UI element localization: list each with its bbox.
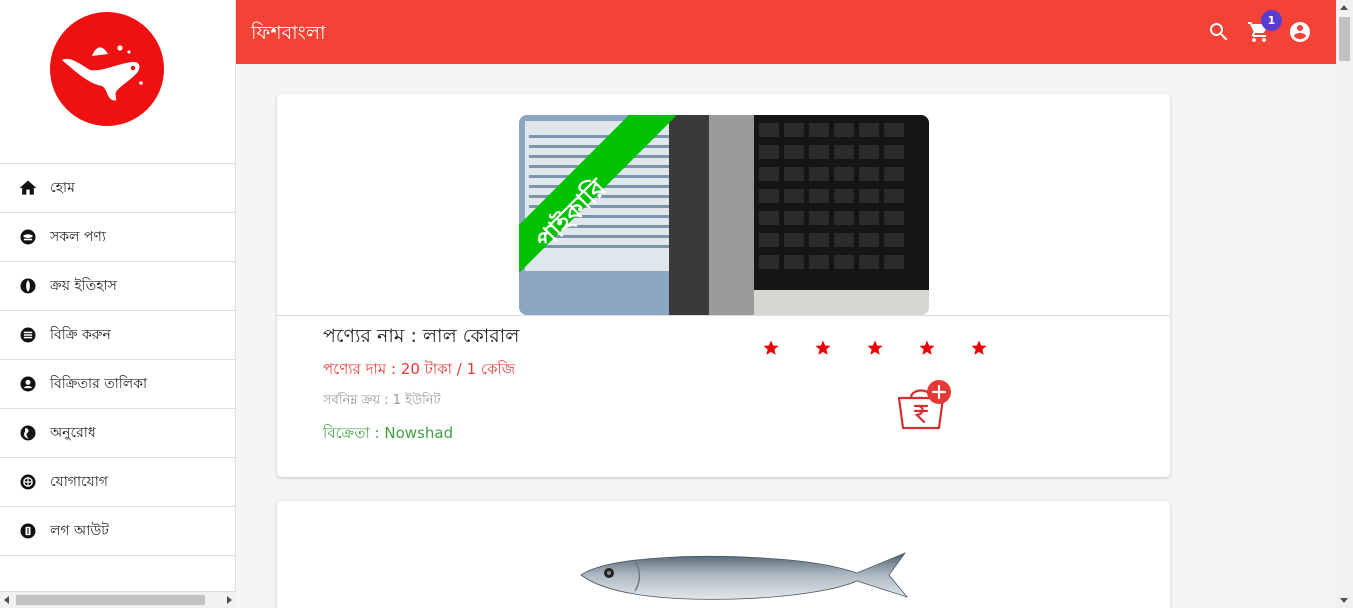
sidebar-item-label: লগ আউট	[50, 523, 109, 539]
logo-area	[0, 0, 235, 164]
sidebar-item-label: সকল পণ্য	[50, 229, 106, 245]
fish-product-image[interactable]	[577, 545, 912, 608]
sidebar-item-contact[interactable]: যোগাযোগ	[0, 458, 235, 507]
scroll-right-arrow-icon[interactable]	[227, 596, 232, 604]
sidebar-item-label: অনুরোধ	[50, 425, 96, 441]
app-title: ফিশবাংলা	[251, 22, 326, 44]
card-divider	[277, 315, 1170, 316]
search-icon[interactable]	[1207, 20, 1231, 44]
star-icon	[814, 339, 866, 357]
sidebar-item-sell[interactable]: বিক্রি করুন	[0, 311, 235, 360]
sidebar-item-all-products[interactable]: সকল পণ্য	[0, 213, 235, 262]
app-bar: ফিশবাংলা 1	[236, 0, 1336, 64]
sidebar-item-label: বিক্রিতার তালিকা	[50, 376, 148, 392]
products-icon	[18, 227, 38, 247]
sidebar: হোম সকল পণ্য ক্রয় ইতিহাস বিক্রি করুন বি	[0, 0, 236, 608]
home-icon	[18, 178, 38, 198]
contact-icon	[18, 472, 38, 492]
cart-count-badge: 1	[1261, 10, 1282, 31]
account-circle-icon[interactable]	[1288, 20, 1312, 44]
app-logo[interactable]	[50, 12, 164, 126]
scroll-down-arrow-icon[interactable]	[1340, 598, 1348, 603]
scrollbar-thumb[interactable]	[16, 595, 205, 605]
product-card[interactable]	[277, 501, 1170, 608]
sidebar-item-request[interactable]: অনুরোধ	[0, 409, 235, 458]
product-price: পণ্যের দাম : 20 টাকা / 1 কেজি	[323, 360, 516, 378]
scroll-up-arrow-icon[interactable]	[1340, 5, 1348, 10]
product-card[interactable]: পাইকারি পণ্যের নাম : লাল কোরাল পণ্যের দা…	[277, 94, 1170, 477]
product-seller: বিক্রেতা : Nowshad	[323, 424, 454, 442]
sidebar-item-logout[interactable]: লগ আউট	[0, 507, 235, 556]
rating-stars	[762, 339, 1022, 357]
scrollbar-thumb[interactable]	[1339, 17, 1350, 61]
star-icon	[918, 339, 970, 357]
history-icon	[18, 276, 38, 296]
add-to-cart-button[interactable]	[893, 378, 955, 432]
product-name: পণ্যের নাম : লাল কোরাল	[323, 325, 520, 347]
star-icon	[762, 339, 814, 357]
logout-icon	[18, 521, 38, 541]
sidebar-horizontal-scrollbar[interactable]	[0, 591, 236, 608]
sidebar-item-label: যোগাযোগ	[50, 474, 108, 490]
product-image[interactable]: পাইকারি	[519, 115, 929, 315]
star-icon	[970, 339, 1022, 357]
sidebar-item-home[interactable]: হোম	[0, 164, 235, 213]
sidebar-item-label: হোম	[50, 180, 75, 196]
shopping-bag-add-icon	[897, 380, 951, 430]
page-vertical-scrollbar[interactable]	[1336, 0, 1353, 608]
product-min-purchase: সর্বনিম্ন ক্রয় : 1 ইউনিট	[323, 393, 441, 408]
scroll-left-arrow-icon[interactable]	[4, 596, 9, 604]
star-icon	[866, 339, 918, 357]
request-icon	[18, 423, 38, 443]
seller-list-icon	[18, 374, 38, 394]
sell-icon	[18, 325, 38, 345]
sidebar-item-seller-list[interactable]: বিক্রিতার তালিকা	[0, 360, 235, 409]
sidebar-item-purchase-history[interactable]: ক্রয় ইতিহাস	[0, 262, 235, 311]
sidebar-item-label: ক্রয় ইতিহাস	[50, 278, 117, 294]
sidebar-item-label: বিক্রি করুন	[50, 327, 111, 343]
